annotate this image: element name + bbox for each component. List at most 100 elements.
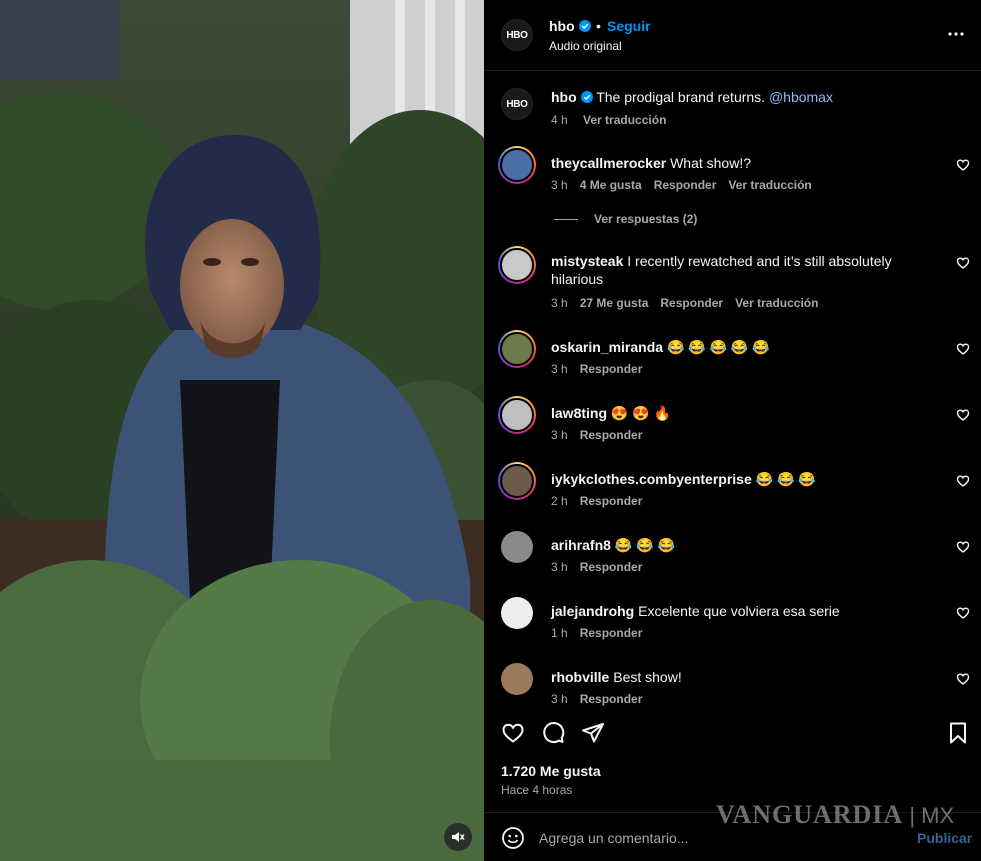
comment-item: iykykclothes.combyenterprise 😂 😂 😂 2 h Res… xyxy=(484,462,981,522)
reply-button[interactable]: Responder xyxy=(580,362,643,376)
translate-link[interactable]: Ver traducción xyxy=(728,178,811,192)
comment-time[interactable]: 3 h xyxy=(551,296,568,310)
comment-time[interactable]: 3 h xyxy=(551,178,568,192)
comment-body: 😂 😂 😂 xyxy=(614,537,675,553)
author-avatar[interactable]: HBO xyxy=(501,19,533,51)
commenter-username[interactable]: rhobville xyxy=(551,669,613,685)
comment-heart-icon[interactable] xyxy=(956,342,970,356)
author-username[interactable]: hbo xyxy=(549,18,591,34)
view-replies-label[interactable]: Ver respuestas (2) xyxy=(594,212,697,226)
reply-button[interactable]: Responder xyxy=(654,178,717,192)
comment-meta: 3 h Responder xyxy=(551,692,654,706)
comment-likes[interactable]: 27 Me gusta xyxy=(580,296,649,310)
save-icon[interactable] xyxy=(946,721,970,745)
commenter-username[interactable]: law8ting xyxy=(551,405,611,421)
comment-text: iykykclothes.combyenterprise 😂 😂 😂 xyxy=(551,470,921,488)
post-details-panel: HBO hbo • Seguir Audio original HBO hbo xyxy=(484,0,981,861)
comment-time[interactable]: 2 h xyxy=(551,494,568,508)
commenter-username[interactable]: theycallmerocker xyxy=(551,155,670,171)
commenter-avatar[interactable] xyxy=(498,462,536,500)
comment-body: What show!? xyxy=(670,155,752,171)
comment-body: 😂 😂 😂 😂 😂 xyxy=(666,339,770,355)
watermark-suffix: | MX xyxy=(903,803,955,828)
caption-avatar[interactable]: HBO xyxy=(501,88,533,120)
commenter-avatar[interactable] xyxy=(498,146,536,184)
post-caption: HBO hbo The prodigal brand returns. @hbo… xyxy=(484,84,981,134)
follow-button[interactable]: Seguir xyxy=(607,18,651,34)
reply-button[interactable]: Responder xyxy=(660,296,723,310)
view-replies-button[interactable]: Ver respuestas (2) xyxy=(554,212,697,226)
heart-icon[interactable] xyxy=(501,721,525,745)
comment-heart-icon[interactable] xyxy=(956,256,970,270)
comment-heart-icon[interactable] xyxy=(956,606,970,620)
publish-button[interactable]: Publicar xyxy=(917,830,972,846)
reply-button[interactable]: Responder xyxy=(580,560,643,574)
watermark: VANGUARDIA | MX xyxy=(716,800,954,830)
caption-time[interactable]: 4 h xyxy=(551,113,568,127)
comment-item: oskarin_miranda 😂 😂 😂 😂 😂 3 h Responder xyxy=(484,330,981,390)
comment-item: mistysteak I recently rewatched and it’s… xyxy=(484,246,981,310)
caption-text: hbo The prodigal brand returns. @hbomax xyxy=(551,88,921,106)
comment-item: jalejandrohg Excelente que volviera esa … xyxy=(484,594,981,654)
reply-button[interactable]: Responder xyxy=(580,428,643,442)
post-media[interactable] xyxy=(0,0,484,861)
audio-label[interactable]: Audio original xyxy=(549,39,622,53)
comment-heart-icon[interactable] xyxy=(956,158,970,172)
comment-body: 😂 😂 😂 xyxy=(755,471,816,487)
comment-icon[interactable] xyxy=(541,721,565,745)
reply-button[interactable]: Responder xyxy=(580,494,643,508)
emoji-icon[interactable] xyxy=(501,826,525,850)
watermark-brand: VANGUARDIA xyxy=(716,800,904,829)
avatar-image xyxy=(501,663,533,695)
commenter-avatar[interactable] xyxy=(501,597,533,629)
comment-text: theycallmerocker What show!? xyxy=(551,154,921,172)
comment-meta: 3 h Responder xyxy=(551,560,654,574)
comment-text: rhobville Best show! xyxy=(551,668,921,686)
mute-button[interactable] xyxy=(444,823,472,851)
author-username-text[interactable]: hbo xyxy=(549,18,575,34)
comment-time[interactable]: 1 h xyxy=(551,626,568,640)
comment-body: Best show! xyxy=(613,669,682,685)
reply-button[interactable]: Responder xyxy=(580,626,643,640)
commenter-avatar[interactable] xyxy=(501,663,533,695)
comment-likes[interactable]: 4 Me gusta xyxy=(580,178,642,192)
comment-time[interactable]: 3 h xyxy=(551,428,568,442)
commenter-username[interactable]: iykykclothes.combyenterprise xyxy=(551,471,756,487)
comment-heart-icon[interactable] xyxy=(956,540,970,554)
caption-username[interactable]: hbo xyxy=(551,89,577,105)
likes-count[interactable]: 1.720 Me gusta xyxy=(501,763,601,779)
commenter-avatar[interactable] xyxy=(501,531,533,563)
verified-icon xyxy=(580,91,593,103)
mention-link[interactable]: @hbomax xyxy=(769,89,833,105)
commenter-username[interactable]: oskarin_miranda xyxy=(551,339,667,355)
commenter-username[interactable]: jalejandrohg xyxy=(551,603,638,619)
comment-text: oskarin_miranda 😂 😂 😂 😂 😂 xyxy=(551,338,921,356)
avatar-image xyxy=(500,148,534,182)
reply-button[interactable]: Responder xyxy=(580,692,643,706)
share-icon[interactable] xyxy=(581,721,605,745)
comment-time[interactable]: 3 h xyxy=(551,362,568,376)
more-options-icon[interactable] xyxy=(946,24,966,44)
comment-time[interactable]: 3 h xyxy=(551,692,568,706)
comment-heart-icon[interactable] xyxy=(956,474,970,488)
muted-speaker-icon xyxy=(452,832,465,842)
translate-link[interactable]: Ver traducción xyxy=(583,113,666,127)
avatar-image xyxy=(500,332,534,366)
replies-line xyxy=(554,219,578,221)
comment-time[interactable]: 3 h xyxy=(551,560,568,574)
translate-link[interactable]: Ver traducción xyxy=(735,296,818,310)
comment-body: 😍 😍 🔥 xyxy=(610,405,671,421)
comment-heart-icon[interactable] xyxy=(956,408,970,422)
comment-heart-icon[interactable] xyxy=(956,672,970,686)
comment-text: mistysteak I recently rewatched and it’s… xyxy=(551,252,921,288)
comment-meta: 3 h 4 Me gusta Responder Ver traducción xyxy=(551,178,824,192)
commenter-avatar[interactable] xyxy=(498,246,536,284)
commenter-username[interactable]: mistysteak xyxy=(551,253,627,269)
post-header: HBO hbo • Seguir Audio original xyxy=(484,0,981,70)
commenter-avatar[interactable] xyxy=(498,330,536,368)
divider xyxy=(484,70,981,71)
comment-input[interactable] xyxy=(539,827,899,849)
commenter-username[interactable]: arihrafn8 xyxy=(551,537,615,553)
posted-time: Hace 4 horas xyxy=(501,783,573,797)
commenter-avatar[interactable] xyxy=(498,396,536,434)
